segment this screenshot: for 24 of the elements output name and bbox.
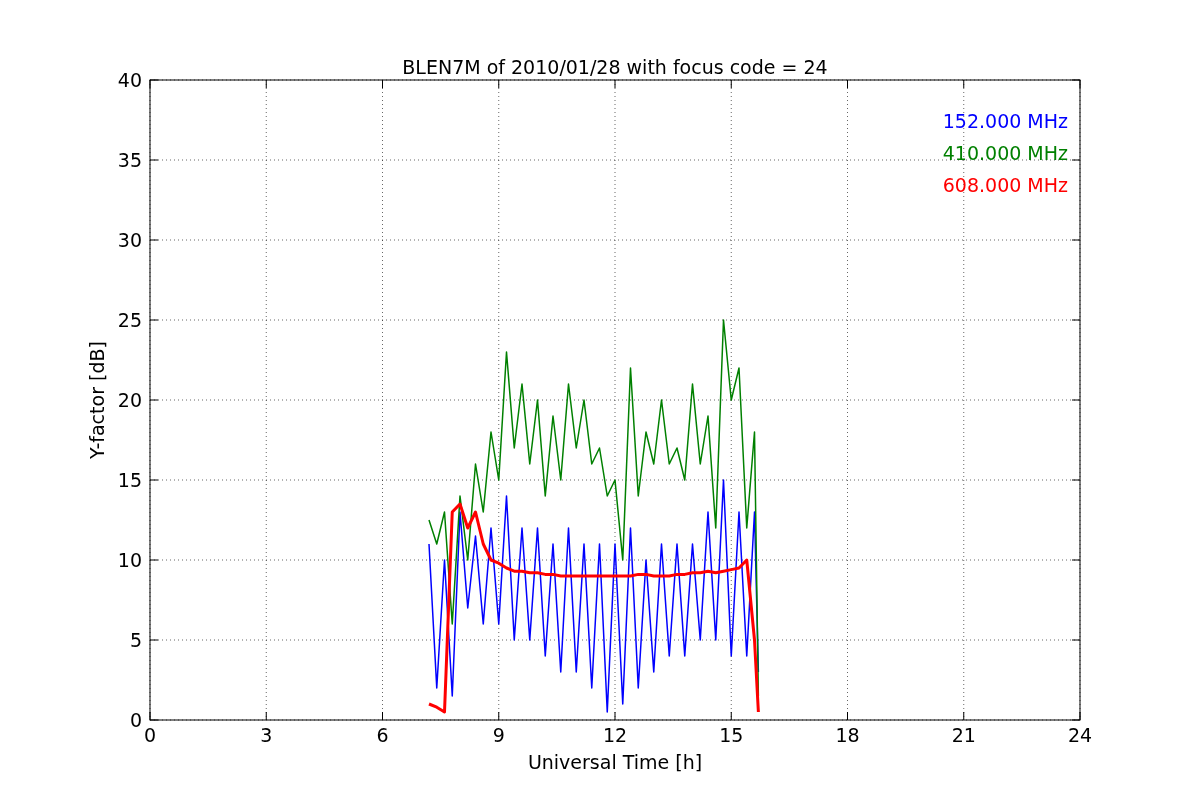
y-tick-label: 35	[117, 149, 142, 171]
y-tick-label: 0	[129, 709, 142, 731]
x-tick-label: 15	[719, 724, 744, 746]
y-axis-label: Y-factor [dB]	[86, 341, 108, 459]
y-tick-label: 20	[117, 389, 142, 411]
x-tick-label: 3	[260, 724, 273, 746]
x-tick-label: 0	[143, 724, 157, 746]
y-tick-label: 10	[117, 549, 142, 571]
x-tick-label: 9	[492, 724, 505, 746]
chart-title: BLEN7M of 2010/01/28 with focus code = 24	[402, 56, 828, 78]
y-tick-label: 30	[117, 229, 142, 251]
y-tick-label: 5	[129, 629, 142, 651]
x-tick-label: 12	[602, 724, 628, 746]
legend-label: 608.000 MHz	[942, 174, 1068, 196]
legend-label: 410.000 MHz	[942, 142, 1068, 164]
y-tick-label: 25	[117, 309, 142, 331]
legend-label: 152.000 MHz	[942, 110, 1068, 132]
x-tick-label: 18	[835, 724, 860, 746]
x-tick-label: 21	[951, 724, 976, 746]
x-tick-label: 6	[376, 724, 389, 746]
y-tick-label: 40	[117, 69, 142, 91]
y-tick-label: 15	[117, 469, 142, 491]
x-tick-label: 24	[1067, 724, 1093, 746]
x-axis-label: Universal Time [h]	[527, 751, 703, 773]
